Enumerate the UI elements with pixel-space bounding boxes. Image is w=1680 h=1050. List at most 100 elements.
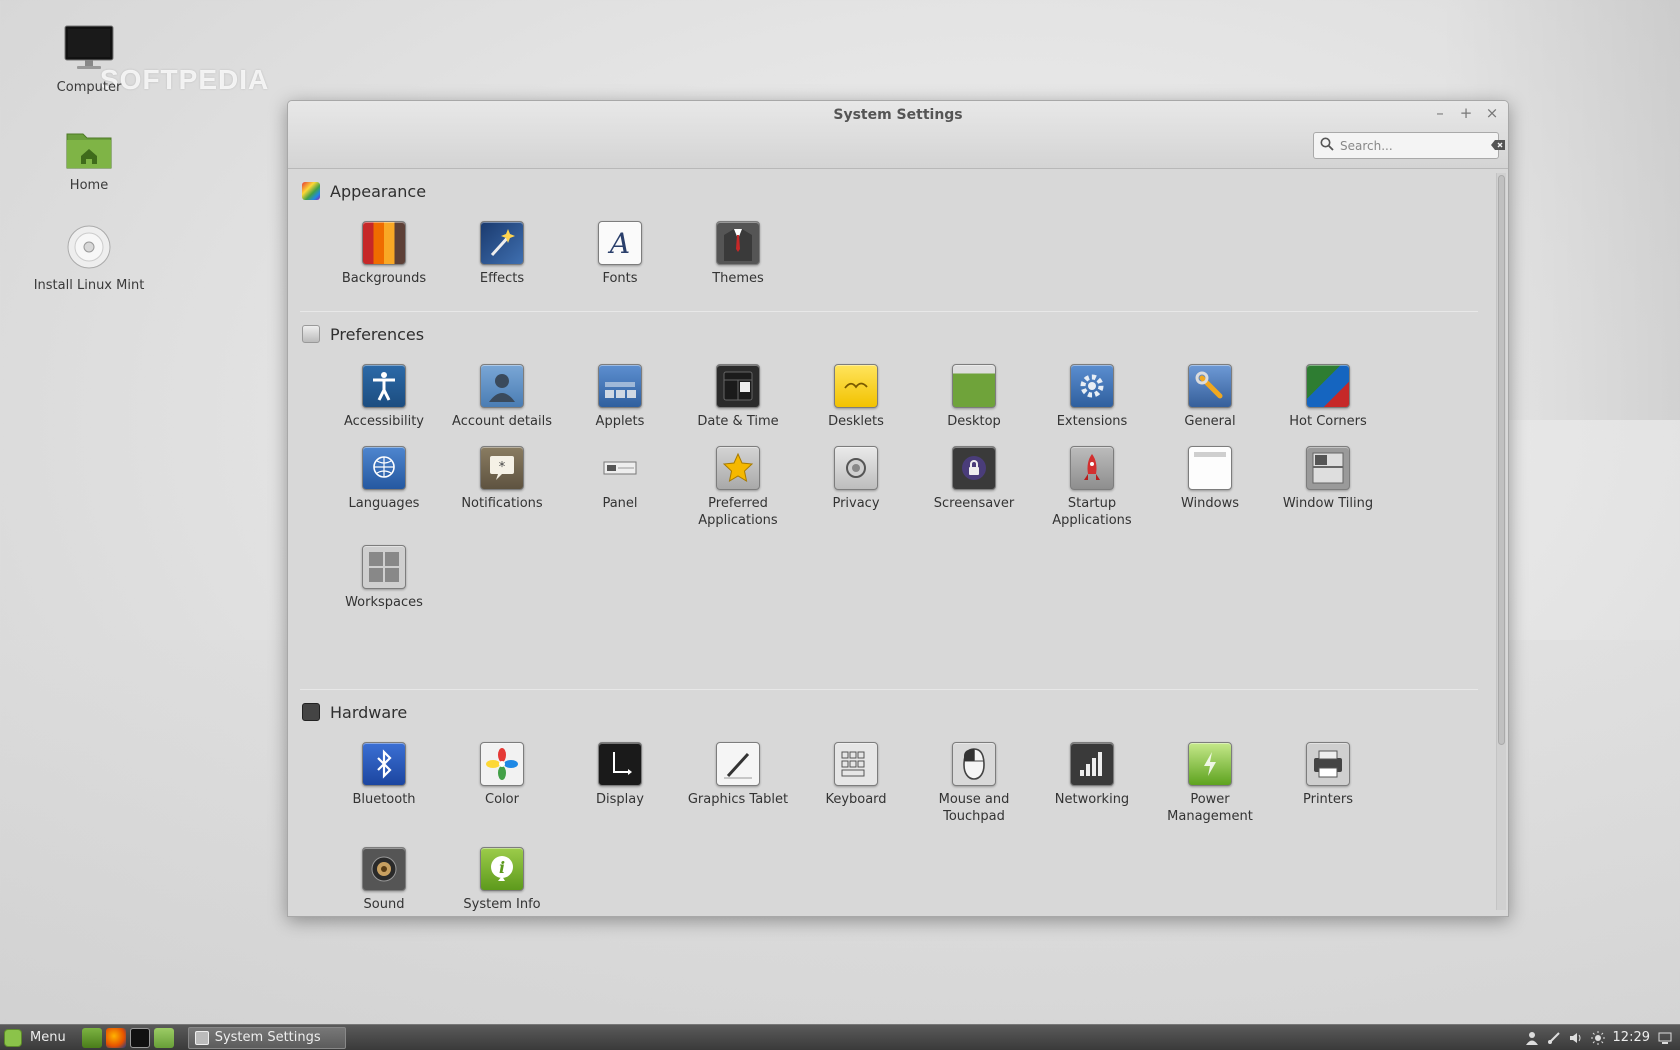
tile-fonts[interactable]: A Fonts: [561, 221, 679, 287]
section-hardware: Hardware Bluetooth Color Display Graphic…: [288, 690, 1494, 913]
tile-applets[interactable]: Applets: [561, 364, 679, 430]
general-icon: [1188, 364, 1232, 408]
tile-graphics-tablet[interactable]: Graphics Tablet: [679, 742, 797, 825]
tile-notifications[interactable]: * Notifications: [443, 446, 561, 529]
tile-startup-applications[interactable]: Startup Applications: [1033, 446, 1151, 529]
tile-label: Account details: [452, 414, 552, 429]
tile-hot-corners[interactable]: Hot Corners: [1269, 364, 1387, 430]
volume-icon[interactable]: [1569, 1031, 1583, 1045]
section-preferences: Preferences Accessibility Account detail…: [288, 312, 1494, 689]
desktop-icon-label: Install Linux Mint: [33, 278, 145, 293]
tile-label: Accessibility: [344, 414, 424, 429]
brightness-icon[interactable]: [1590, 1030, 1605, 1045]
tile-preferred-applications[interactable]: Preferred Applications: [679, 446, 797, 529]
tile-screensaver[interactable]: Screensaver: [915, 446, 1033, 529]
computer-icon: [24, 24, 154, 76]
tile-windows[interactable]: Windows: [1151, 446, 1269, 529]
extensions-icon: [1070, 364, 1114, 408]
window-controls: – + ×: [1432, 105, 1500, 121]
close-button[interactable]: ×: [1484, 105, 1500, 121]
display-icon: [598, 742, 642, 786]
workspaces-icon: [362, 545, 406, 589]
tile-desktop[interactable]: Desktop: [915, 364, 1033, 430]
terminal-icon[interactable]: [129, 1027, 150, 1048]
section-header: Appearance: [302, 179, 1494, 203]
show-desktop-icon[interactable]: [81, 1027, 102, 1048]
tile-effects[interactable]: Effects: [443, 221, 561, 287]
tile-label: Desklets: [828, 414, 884, 429]
printers-icon: [1306, 742, 1350, 786]
tile-keyboard[interactable]: Keyboard: [797, 742, 915, 825]
tile-mouse-touchpad[interactable]: Mouse and Touchpad: [915, 742, 1033, 825]
tile-themes[interactable]: Themes: [679, 221, 797, 287]
firefox-icon[interactable]: [105, 1027, 126, 1048]
user-icon[interactable]: [1525, 1031, 1539, 1045]
desktop-icon-label: Computer: [56, 80, 122, 95]
tile-privacy[interactable]: Privacy: [797, 446, 915, 529]
tile-power-management[interactable]: Power Management: [1151, 742, 1269, 825]
taskbar-item-system-settings[interactable]: System Settings: [187, 1026, 346, 1049]
system-info-icon: i: [480, 847, 524, 891]
tile-label: Notifications: [461, 496, 543, 511]
tile-date-time[interactable]: Date & Time: [679, 364, 797, 430]
tile-label: Privacy: [832, 496, 880, 511]
tile-bluetooth[interactable]: Bluetooth: [325, 742, 443, 825]
vertical-scrollbar[interactable]: [1496, 173, 1506, 910]
tile-panel[interactable]: Panel: [561, 446, 679, 529]
desktop-icon: [952, 364, 996, 408]
tile-label: Windows: [1180, 496, 1240, 511]
networking-icon: [1070, 742, 1114, 786]
desklets-icon: [834, 364, 878, 408]
tile-workspaces[interactable]: Workspaces: [325, 545, 443, 611]
sound-icon: [362, 847, 406, 891]
tile-label: Desktop: [947, 414, 1001, 429]
search-input[interactable]: [1340, 138, 1490, 153]
tile-desklets[interactable]: Desklets: [797, 364, 915, 430]
section-title: Preferences: [330, 324, 425, 344]
maximize-button[interactable]: +: [1458, 105, 1474, 121]
section-title: Appearance: [330, 181, 427, 201]
clock[interactable]: 12:29: [1613, 1030, 1650, 1045]
task-label: System Settings: [214, 1030, 321, 1045]
desktop-icon-home[interactable]: Home: [24, 126, 154, 193]
tile-window-tiling[interactable]: Window Tiling: [1269, 446, 1387, 529]
desktop-icon-install[interactable]: Install Linux Mint: [24, 224, 154, 293]
tile-accessibility[interactable]: Accessibility: [325, 364, 443, 430]
tile-system-info[interactable]: i System Info: [443, 847, 561, 913]
preferences-grid: Accessibility Account details Applets Da…: [302, 364, 1494, 611]
tile-general[interactable]: General: [1151, 364, 1269, 430]
tile-label: Printers: [1302, 792, 1354, 807]
tile-printers[interactable]: Printers: [1269, 742, 1387, 825]
date-time-icon: [716, 364, 760, 408]
languages-icon: [362, 446, 406, 490]
menu-label: Menu: [30, 1030, 66, 1045]
window-titlebar[interactable]: System Settings – + ×: [288, 101, 1508, 169]
tile-backgrounds[interactable]: Backgrounds: [325, 221, 443, 287]
minimize-button[interactable]: –: [1432, 105, 1448, 121]
themes-icon: [716, 221, 760, 265]
notifications-icon: *: [480, 446, 524, 490]
settings-content: Appearance Backgrounds Effects A Fonts T…: [288, 169, 1494, 916]
tile-networking[interactable]: Networking: [1033, 742, 1151, 825]
tile-account-details[interactable]: Account details: [443, 364, 561, 430]
search-box[interactable]: [1313, 132, 1505, 159]
tile-label: Mouse and Touchpad: [938, 792, 1010, 824]
window-tiling-icon: [1306, 446, 1350, 490]
menu-button[interactable]: Menu: [0, 1025, 72, 1050]
scrollbar-thumb[interactable]: [1498, 175, 1505, 745]
clear-search-icon[interactable]: [1490, 136, 1506, 155]
tile-label: Keyboard: [825, 792, 887, 807]
tile-label: Hot Corners: [1289, 414, 1367, 429]
color-icon: [480, 742, 524, 786]
startup-icon: [1070, 446, 1114, 490]
tile-languages[interactable]: Languages: [325, 446, 443, 529]
network-icon[interactable]: [1547, 1031, 1561, 1045]
tile-extensions[interactable]: Extensions: [1033, 364, 1151, 430]
power-icon: [1188, 742, 1232, 786]
tile-color[interactable]: Color: [443, 742, 561, 825]
tile-display[interactable]: Display: [561, 742, 679, 825]
tile-sound[interactable]: Sound: [325, 847, 443, 913]
show-desktop-tray-icon[interactable]: [1658, 1031, 1672, 1045]
desktop-icon-computer[interactable]: Computer: [24, 24, 154, 95]
files-icon[interactable]: [153, 1027, 174, 1048]
